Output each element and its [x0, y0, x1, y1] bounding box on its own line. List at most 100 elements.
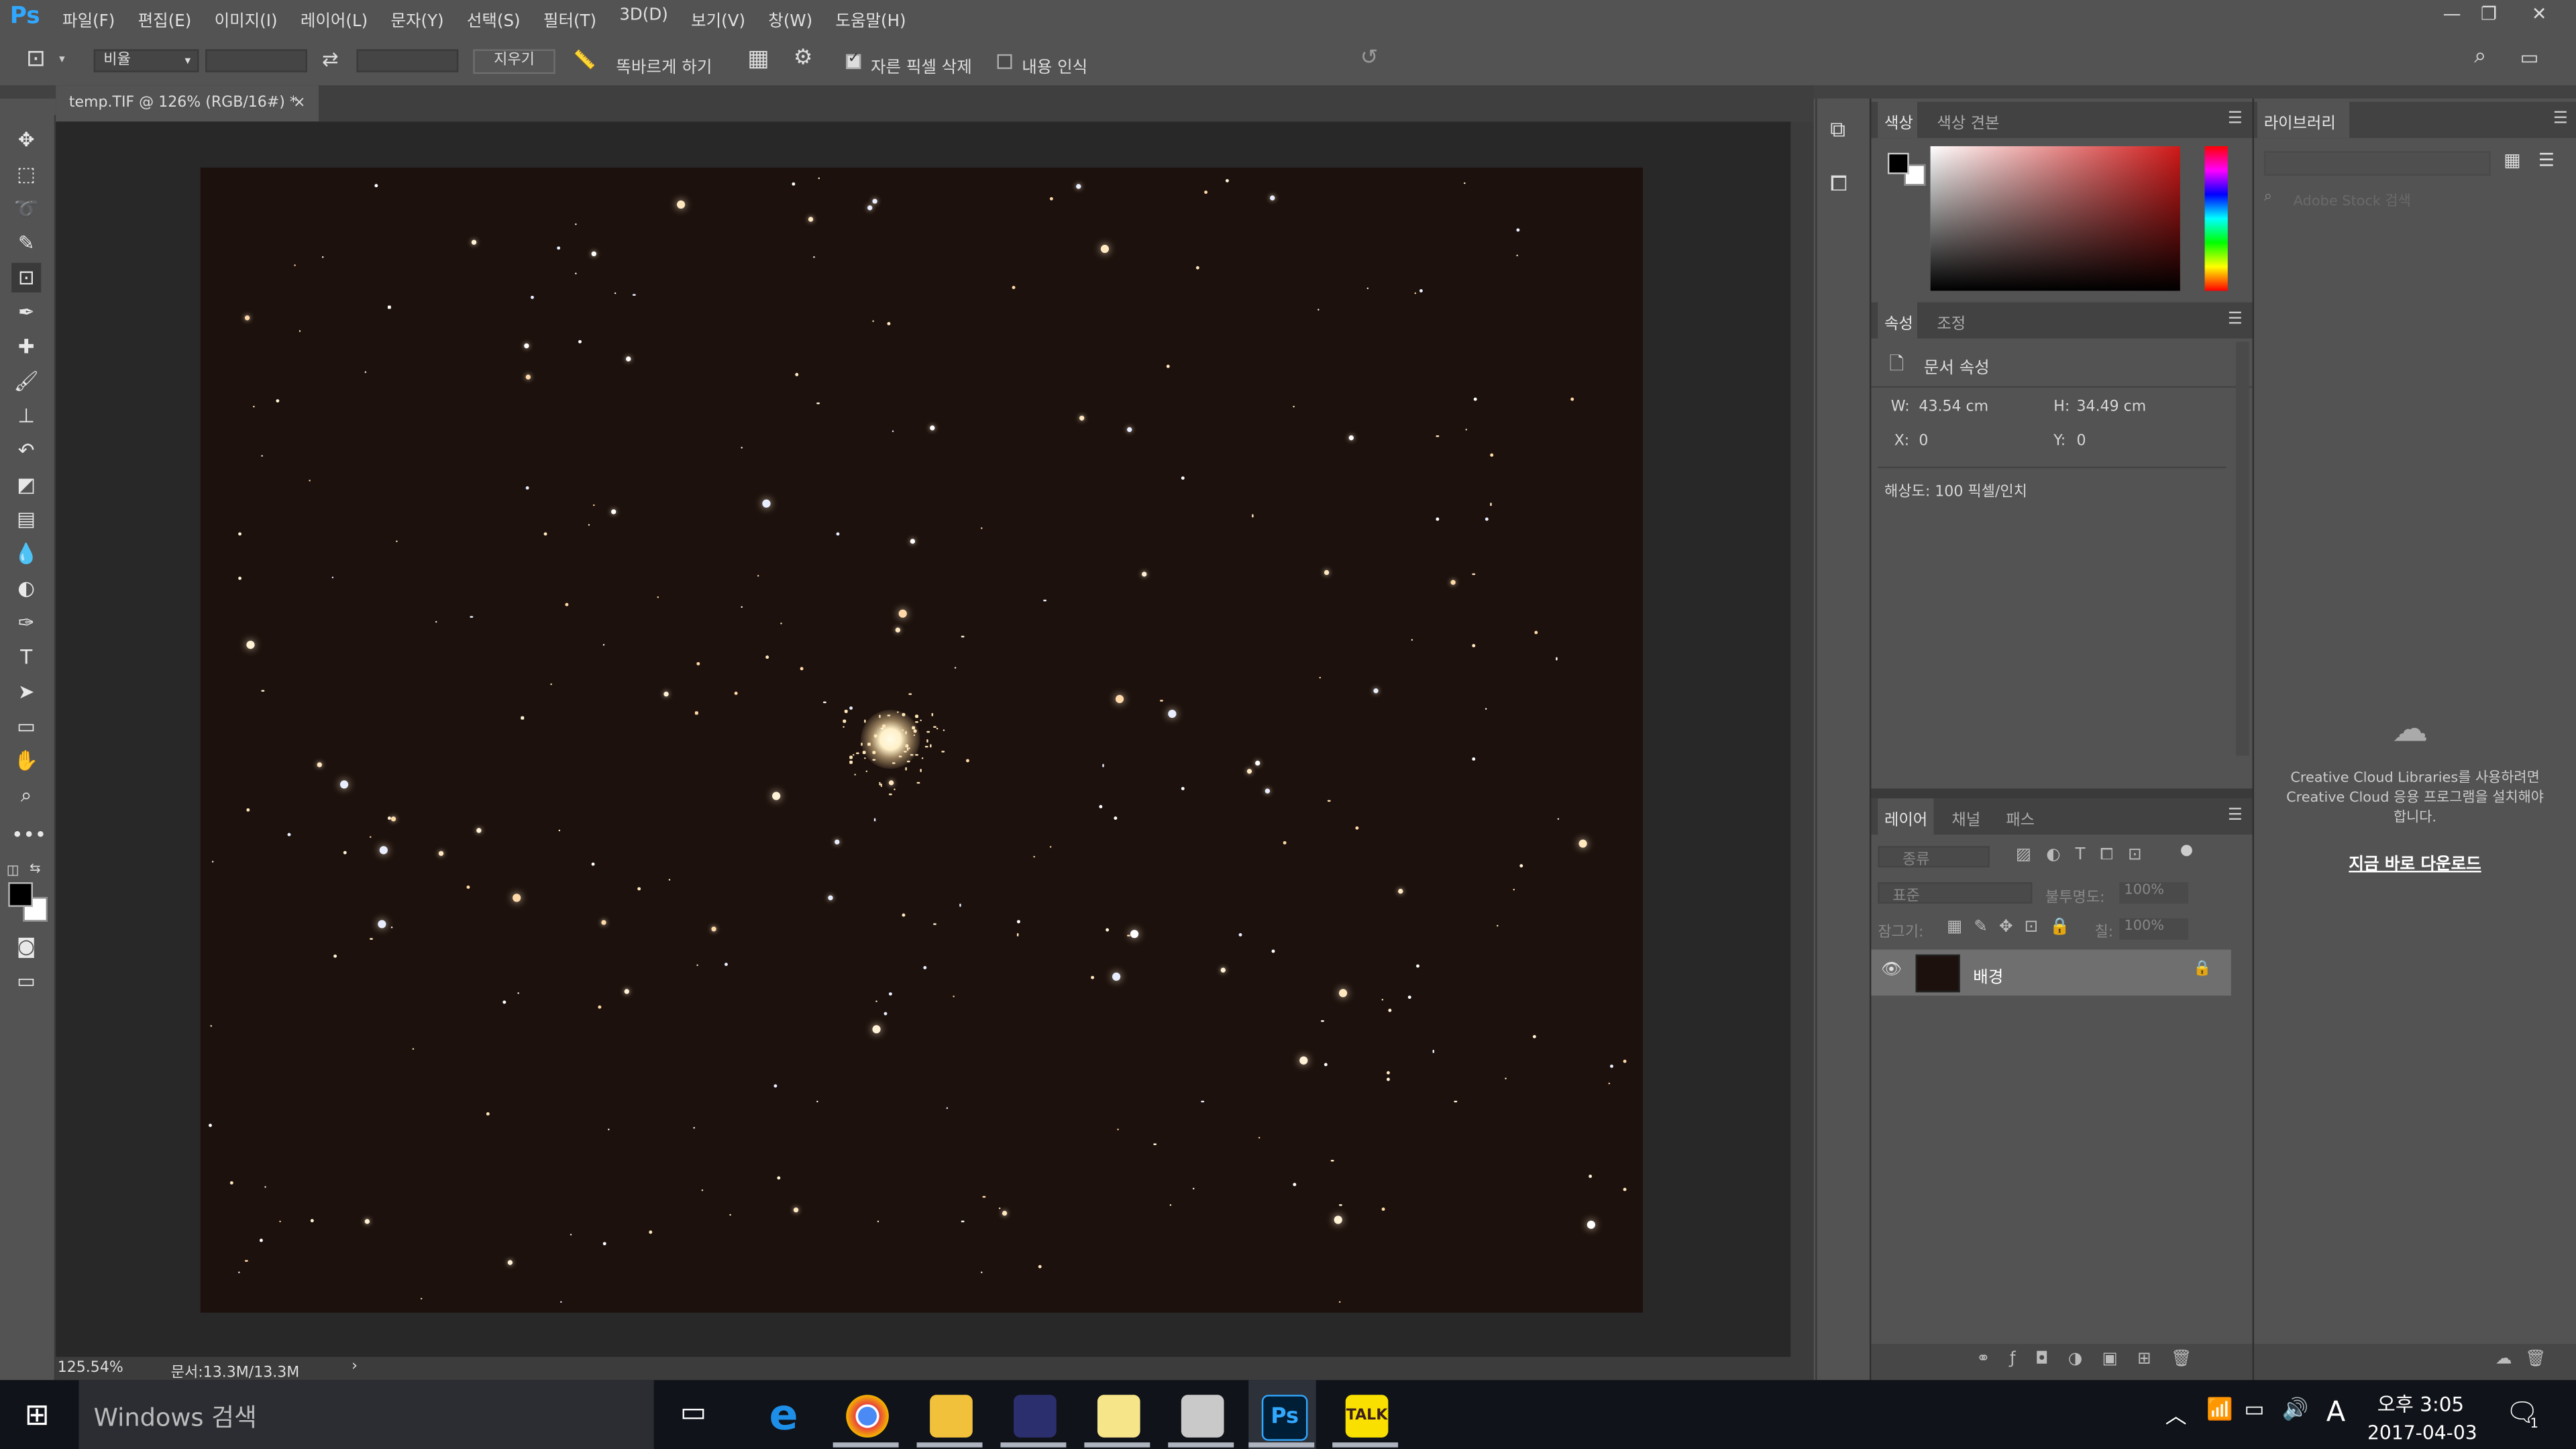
tab-properties[interactable]: 속성: [1884, 311, 1913, 333]
gear-icon[interactable]: ⚙: [794, 46, 813, 71]
default-colors-icon[interactable]: ◫: [7, 863, 19, 877]
more-tools-icon[interactable]: •••: [11, 820, 46, 849]
clock-time[interactable]: 오후 3:05: [2377, 1390, 2464, 1418]
task-view-icon[interactable]: ▭: [680, 1397, 706, 1430]
reset-icon[interactable]: ↺: [1360, 46, 1379, 71]
taskbar-search-box[interactable]: Windows 검색: [78, 1380, 654, 1449]
wifi-icon[interactable]: 📶: [2206, 1398, 2233, 1423]
history-panel-icon[interactable]: ⧉: [1830, 118, 1845, 143]
hand-tool-icon[interactable]: ✋: [11, 746, 41, 775]
kakaotalk-icon[interactable]: TALK: [1345, 1395, 1389, 1438]
eyedropper-tool-icon[interactable]: ✒: [11, 297, 41, 327]
straighten-icon[interactable]: 📏: [574, 49, 596, 70]
swap-icon[interactable]: ⇄: [322, 48, 339, 70]
menu-item[interactable]: 문자(Y): [390, 7, 443, 32]
opacity-input[interactable]: 100%: [2119, 882, 2189, 904]
tab-libraries[interactable]: 라이브러리: [2264, 110, 2336, 133]
brush-tool-icon[interactable]: 🖌: [11, 366, 41, 396]
pen-tool-icon[interactable]: ✑: [11, 608, 41, 637]
properties-scrollbar[interactable]: [2236, 341, 2249, 756]
marquee-tool-icon[interactable]: ⬚: [11, 160, 41, 189]
photoshop-taskbar-icon[interactable]: Ps: [1261, 1395, 1308, 1441]
list-view-icon[interactable]: ☰: [2538, 150, 2555, 171]
width-input[interactable]: [205, 49, 307, 72]
ime-indicator[interactable]: A: [2326, 1397, 2346, 1430]
quick-select-tool-icon[interactable]: ✎: [11, 228, 41, 258]
panel-menu-icon[interactable]: ☰: [2228, 806, 2243, 824]
layer-filter-icons[interactable]: ▨◐T⧠⊡: [2016, 846, 2157, 864]
tray-chevron-icon[interactable]: ︿: [2165, 1398, 2187, 1430]
lock-icons[interactable]: ▦✎✥⊡🔒: [1947, 918, 2082, 936]
panel-menu-icon[interactable]: ☰: [2228, 311, 2243, 329]
layer-row[interactable]: 👁 배경 🔒: [1871, 949, 2231, 996]
chevron-down-icon[interactable]: ▾: [59, 52, 65, 66]
panel-menu-icon[interactable]: ☰: [2553, 110, 2568, 128]
foreground-color-swatch[interactable]: [8, 882, 33, 907]
close-button[interactable]: ✕: [2532, 3, 2547, 25]
layer-name[interactable]: 배경: [1973, 963, 2003, 987]
color-field[interactable]: [1930, 146, 2180, 291]
grid-overlay-icon[interactable]: ▦: [747, 46, 769, 72]
tab-color[interactable]: 색상: [1884, 110, 1913, 133]
file-explorer-icon[interactable]: [930, 1395, 973, 1438]
clone-stamp-tool-icon[interactable]: ⊥: [11, 401, 41, 431]
menu-item[interactable]: 도움말(H): [835, 7, 906, 32]
stellarium-icon[interactable]: [1014, 1395, 1057, 1438]
menu-item[interactable]: 레이어(L): [301, 7, 368, 32]
menu-item[interactable]: 보기(V): [691, 7, 745, 32]
vertical-scrollbar[interactable]: [1790, 121, 1814, 1357]
gradient-tool-icon[interactable]: ▤: [11, 504, 41, 534]
library-select[interactable]: [2263, 151, 2491, 176]
crop-tool-preset-icon[interactable]: ⊡: [26, 46, 46, 72]
layer-filter-select[interactable]: 종류: [1878, 846, 1990, 869]
document-tab[interactable]: temp.TIF @ 126% (RGB/16#) * ×: [56, 85, 319, 122]
rectangle-tool-icon[interactable]: ▭: [11, 711, 41, 741]
zoom-tool-icon[interactable]: ⌕: [11, 780, 41, 810]
tab-adjustments[interactable]: 조정: [1937, 311, 1966, 333]
type-tool-icon[interactable]: T: [11, 643, 41, 672]
windows-start-icon[interactable]: ⊞: [25, 1398, 50, 1432]
history-brush-tool-icon[interactable]: ↶: [11, 435, 41, 465]
y-value[interactable]: 0: [2077, 434, 2086, 450]
workspace-icon[interactable]: ▭: [2520, 46, 2539, 69]
chrome-icon[interactable]: [846, 1395, 889, 1438]
w-value[interactable]: 43.54 cm: [1919, 399, 1988, 415]
panel-menu-icon[interactable]: ☰: [2228, 110, 2243, 128]
volume-icon[interactable]: 🔊: [2282, 1398, 2309, 1423]
crop-tool-icon[interactable]: ⊡: [11, 262, 42, 292]
blur-tool-icon[interactable]: 💧: [11, 539, 41, 568]
menu-item[interactable]: 편집(E): [138, 7, 192, 32]
fill-input[interactable]: 100%: [2119, 918, 2189, 940]
color-fg-swatch[interactable]: [1887, 152, 1909, 174]
search-icon[interactable]: ⌕: [2474, 44, 2486, 69]
quick-mask-icon[interactable]: ◙: [11, 932, 41, 961]
visibility-eye-icon[interactable]: 👁: [1881, 961, 1902, 979]
delete-cropped-checkbox[interactable]: [846, 51, 861, 69]
h-value[interactable]: 34.49 cm: [2077, 399, 2147, 415]
ratio-select[interactable]: 비율 ▾: [93, 49, 199, 72]
height-input[interactable]: [356, 49, 459, 72]
menu-item[interactable]: 3D(D): [619, 7, 667, 32]
straighten-label[interactable]: 똑바르게 하기: [616, 52, 712, 77]
menu-item[interactable]: 창(W): [768, 7, 812, 32]
restore-button[interactable]: ❐: [2481, 3, 2497, 25]
status-menu-arrow[interactable]: ›: [352, 1358, 358, 1375]
blend-mode-select[interactable]: 표준: [1878, 882, 2033, 905]
tab-channels[interactable]: 채널: [1951, 806, 1980, 830]
libraries-footer-icons[interactable]: ☁🗑: [2496, 1350, 2559, 1368]
screen-mode-icon[interactable]: ▭: [11, 966, 41, 996]
zoom-level[interactable]: 125.54%: [58, 1360, 123, 1377]
download-link[interactable]: 지금 바로 다운로드: [2280, 849, 2550, 874]
menu-item[interactable]: 선택(S): [467, 7, 521, 32]
lasso-tool-icon[interactable]: ➰: [11, 194, 41, 223]
minimize-button[interactable]: —: [2443, 3, 2461, 25]
edge-icon[interactable]: e: [762, 1395, 805, 1438]
battery-icon[interactable]: ▭: [2244, 1398, 2264, 1423]
dodge-tool-icon[interactable]: ◐: [11, 574, 41, 603]
menu-item[interactable]: 파일(F): [62, 7, 115, 32]
grid-view-icon[interactable]: ▦: [2504, 150, 2520, 171]
eraser-tool-icon[interactable]: ◩: [11, 470, 41, 499]
menu-item[interactable]: 이미지(I): [215, 7, 278, 32]
sticky-notes-icon[interactable]: [1097, 1395, 1140, 1438]
clear-button[interactable]: 지우기: [473, 49, 555, 74]
